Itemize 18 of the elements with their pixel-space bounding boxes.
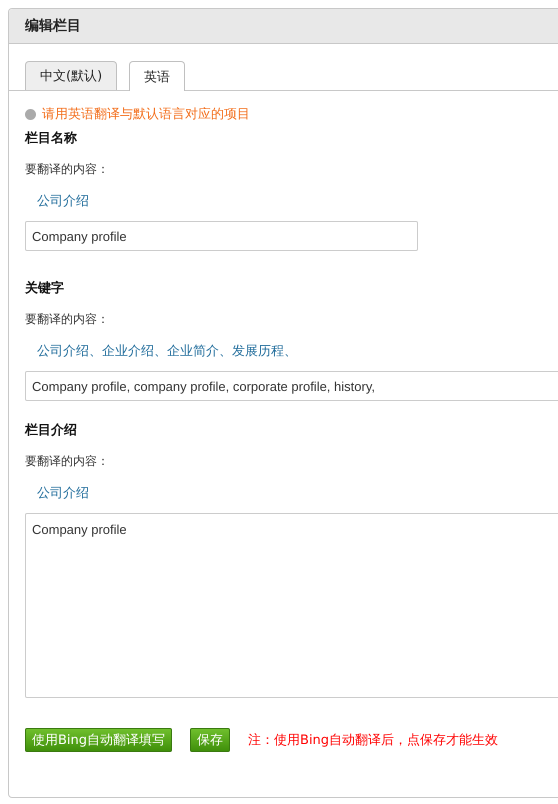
section-heading: 栏目名称: [25, 130, 78, 147]
source-text: 公司介绍: [37, 193, 90, 210]
source-label: 要翻译的内容：: [25, 311, 110, 328]
section-heading: 关键字: [25, 280, 65, 297]
tab[interactable]: 英语: [129, 61, 186, 91]
tab[interactable]: 中文(默认): [25, 61, 118, 90]
source-label: 要翻译的内容：: [25, 453, 110, 470]
source-text: 公司介绍: [37, 485, 90, 502]
info-icon: [25, 108, 36, 120]
source-text: 公司介绍、企业介绍、企业简介、发展历程、: [37, 343, 298, 360]
section-heading: 栏目介绍: [25, 422, 78, 439]
panel-title: 编辑栏目: [25, 17, 81, 35]
note-text: 注：使用Bing自动翻译后，点保存才能生效: [248, 732, 498, 749]
input-field[interactable]: Company profile: [25, 221, 418, 251]
source-label: 要翻译的内容：: [25, 161, 110, 178]
input-field[interactable]: Company profile, company profile, corporate profile, history,: [25, 371, 558, 401]
notice-text: 请用英语翻译与默认语言对应的项目: [42, 106, 250, 123]
text-area[interactable]: Company profile: [25, 513, 558, 698]
